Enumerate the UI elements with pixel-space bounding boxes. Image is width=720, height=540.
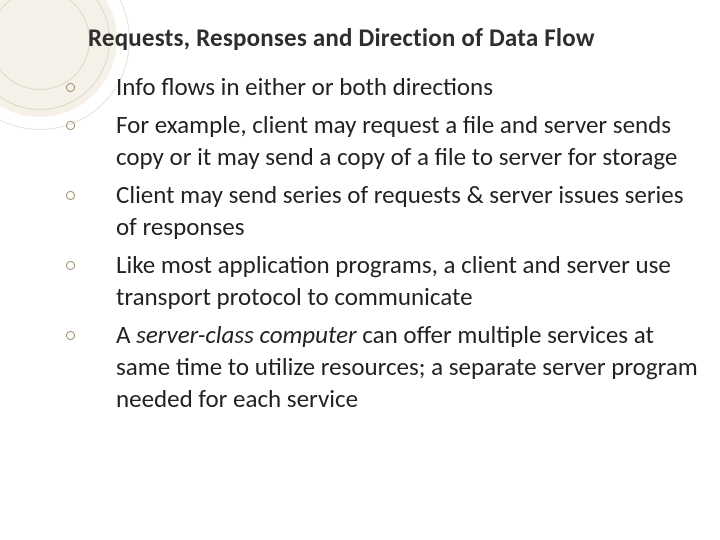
- slide-title: Requests, Responses and Direction of Dat…: [88, 22, 708, 53]
- bullet-text: Client may send series of requests & ser…: [116, 179, 684, 242]
- bullet-text: Info flows in either or both directions: [116, 71, 493, 102]
- bullet-text: For example, client may request a file a…: [116, 109, 677, 172]
- list-item: A server-class computer can offer multip…: [48, 319, 702, 415]
- list-item: For example, client may request a file a…: [48, 109, 702, 173]
- list-item: Like most application programs, a client…: [48, 249, 702, 313]
- bullet-text: Like most application programs, a client…: [116, 249, 671, 312]
- list-item: Client may send series of requests & ser…: [48, 179, 702, 243]
- bullet-list: Info flows in either or both directions …: [48, 71, 702, 415]
- bullet-text-prefix: A: [116, 319, 136, 350]
- bullet-text-italic: server-class computer: [136, 319, 357, 350]
- slide-container: Requests, Responses and Direction of Dat…: [0, 0, 720, 540]
- list-item: Info flows in either or both directions: [48, 71, 702, 103]
